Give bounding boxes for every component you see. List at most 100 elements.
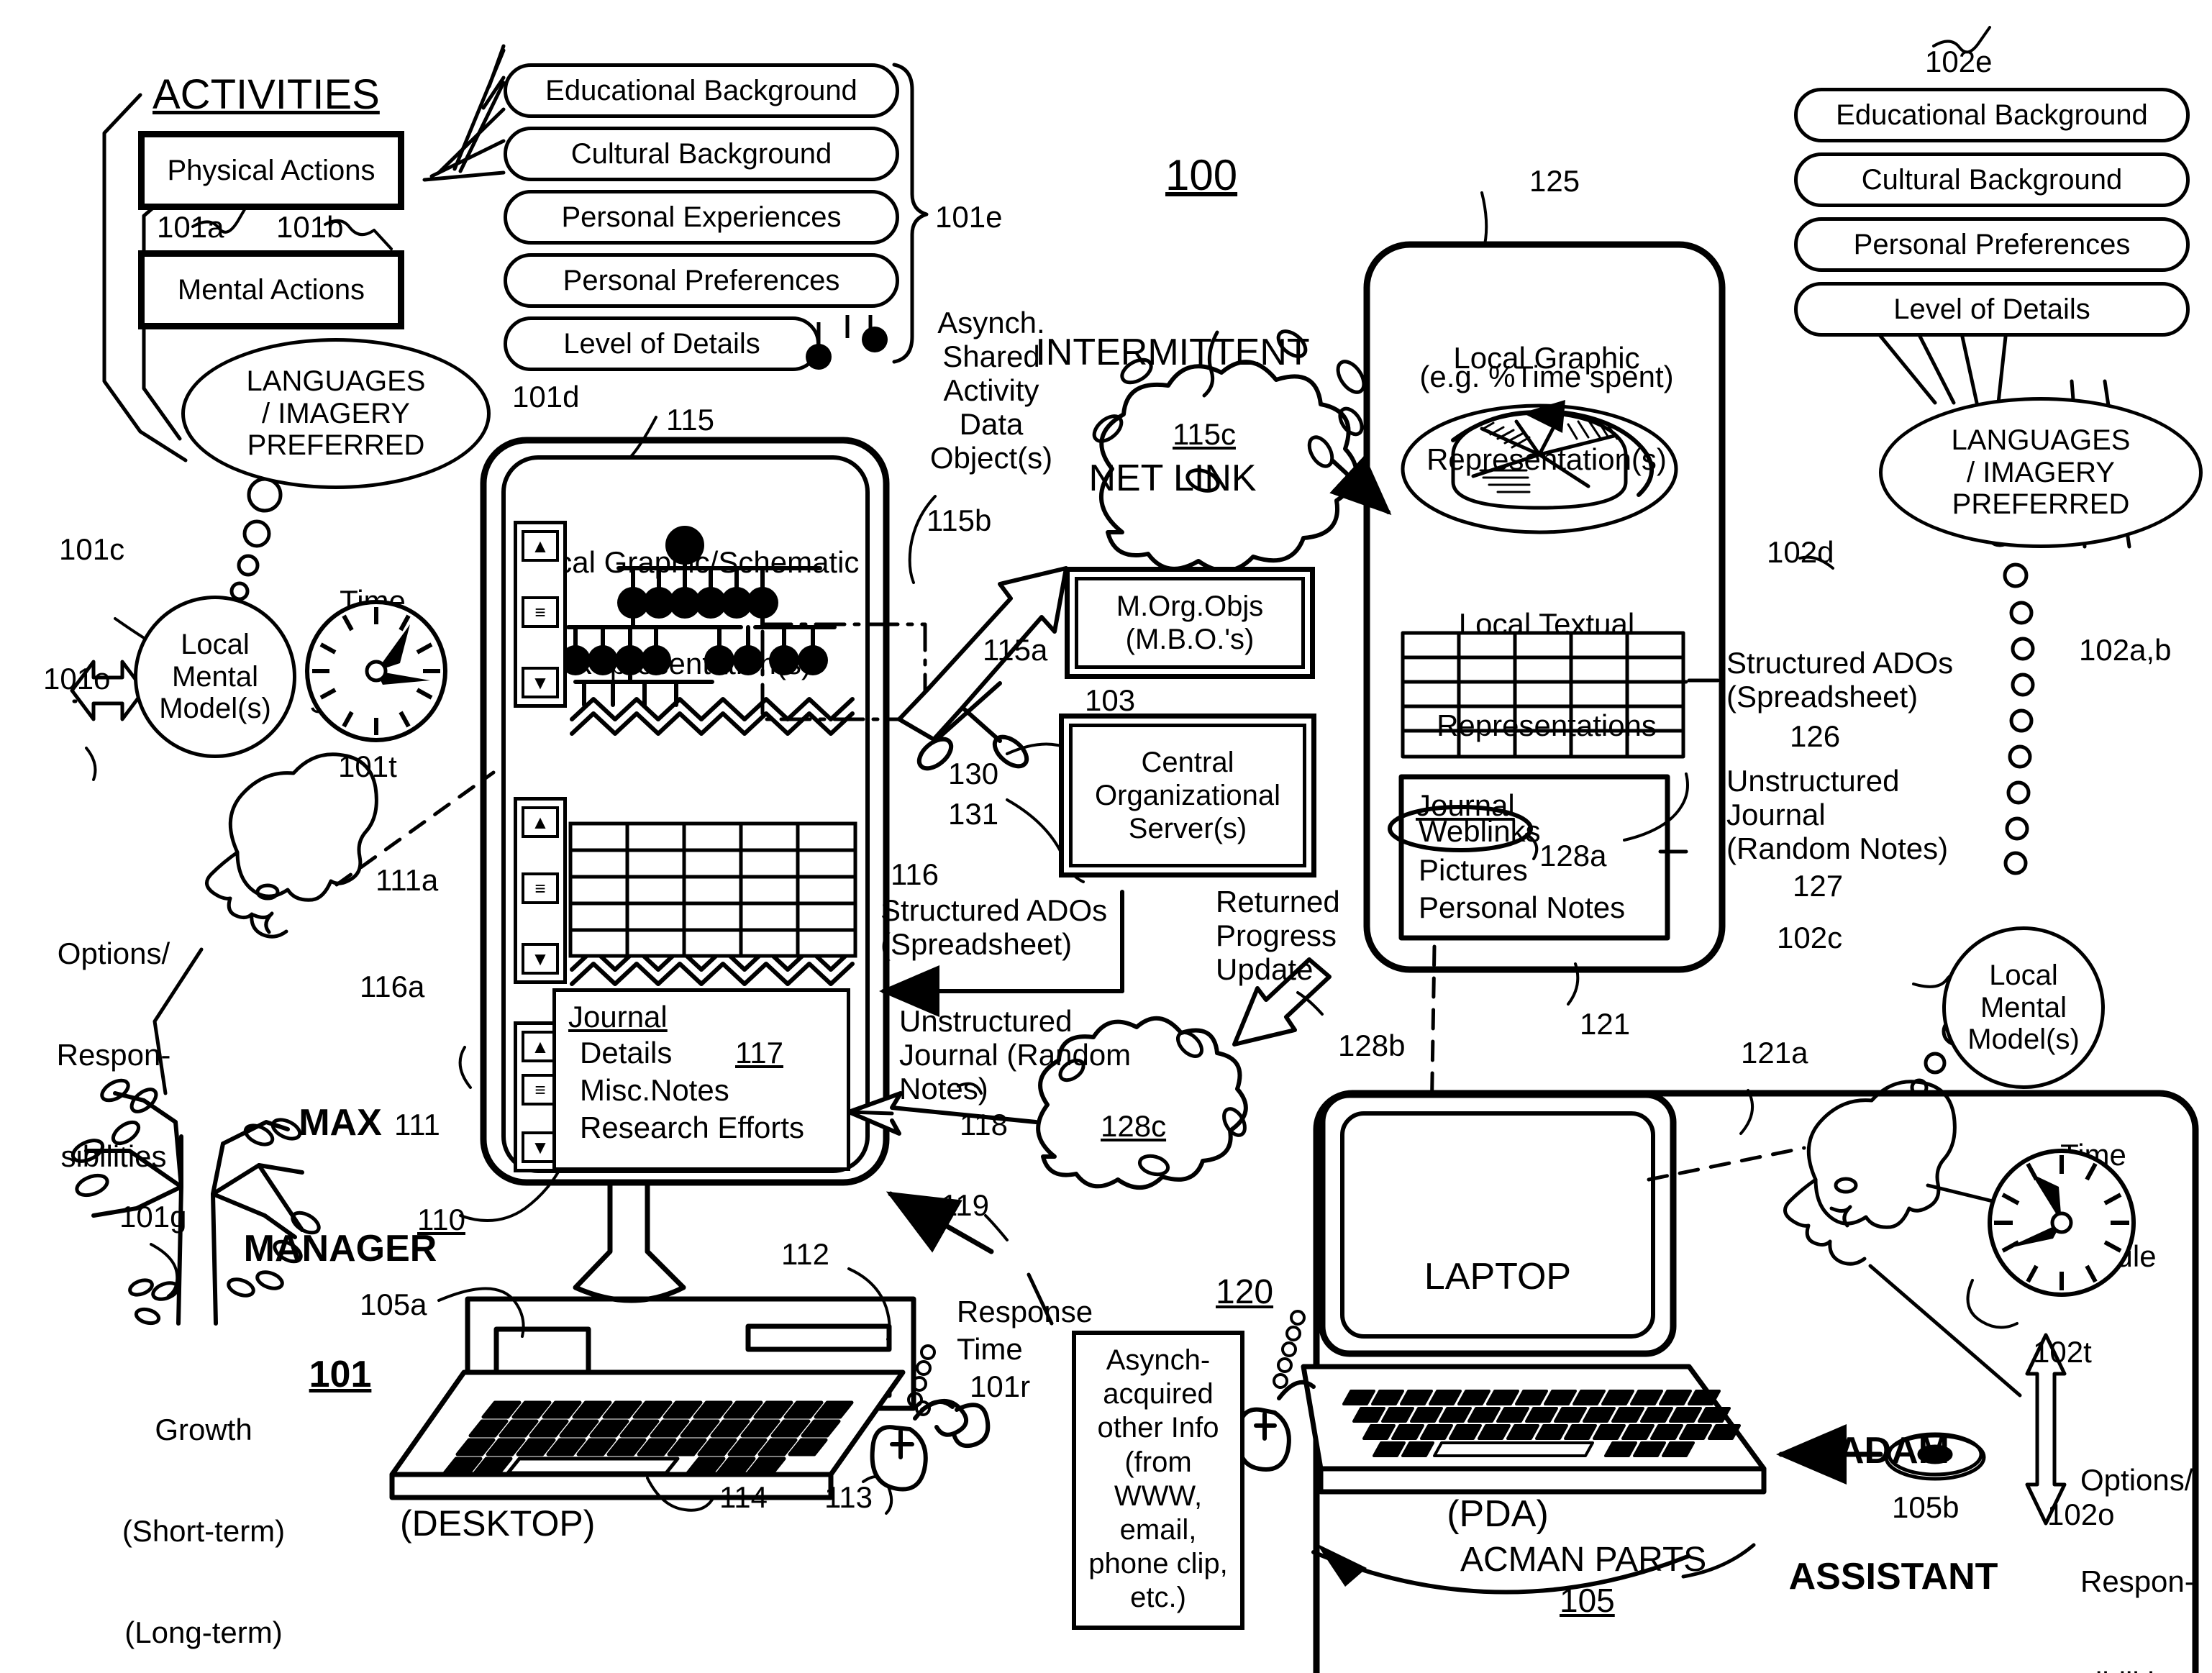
languages-line2: / IMAGERY bbox=[262, 397, 410, 429]
ref-116: 116 bbox=[891, 857, 939, 891]
scroll-up-arrow-icon[interactable]: ▲ bbox=[522, 530, 559, 562]
activities-title: ACTIVITIES bbox=[153, 71, 380, 118]
scroll-down-arrow-icon[interactable]: ▼ bbox=[522, 667, 559, 698]
patent-figure-canvas: 100 ACTIVITIES Physical Actions Mental A… bbox=[0, 0, 2212, 1673]
scroll-up-arrow-icon[interactable]: ▲ bbox=[522, 806, 559, 838]
scroll-thumb[interactable]: ≡ bbox=[522, 872, 559, 904]
ref-120: 120 bbox=[1216, 1273, 1274, 1311]
clock-icon-left bbox=[305, 600, 447, 742]
profile-dots-left bbox=[806, 315, 888, 370]
ref-113: 113 bbox=[824, 1480, 873, 1514]
profile-pill-preferences-right[interactable]: Personal Preferences bbox=[1794, 217, 2190, 272]
structured-ados-pda-label: Structured ADOs (Spreadsheet) bbox=[1726, 646, 1954, 714]
pill-label: Cultural Background bbox=[570, 137, 832, 170]
ref-128c: 128c bbox=[1101, 1109, 1167, 1143]
profile-pill-educational-left[interactable]: Educational Background bbox=[504, 63, 899, 118]
ref-101b: 101b bbox=[276, 210, 344, 244]
acman-parts-label: ACMAN PARTS bbox=[1460, 1541, 1707, 1579]
net-link-title: INTERMITTENT NET LINK bbox=[1035, 332, 1310, 500]
ref-115a: 115a bbox=[983, 633, 1048, 667]
ref-114: 114 bbox=[719, 1480, 768, 1514]
mental-model-line3: Model(s) bbox=[159, 693, 271, 725]
mental-actions-box[interactable]: Mental Actions bbox=[138, 250, 404, 329]
pda-journal-pictures: Pictures bbox=[1419, 853, 1528, 887]
journal-item-details: Details bbox=[580, 1036, 673, 1070]
ref-105a: 105a bbox=[360, 1287, 427, 1321]
unstructured-journal-desktop-label: Unstructured Journal (Random Notes) bbox=[899, 1004, 1132, 1106]
languages-imagery-oval-left: LANGUAGES / IMAGERY PREFERRED bbox=[181, 338, 491, 489]
ref-101d: 101d bbox=[512, 380, 580, 414]
pill-label: Level of Details bbox=[563, 327, 760, 360]
languages-imagery-oval-right: LANGUAGES / IMAGERY PREFERRED bbox=[1879, 397, 2203, 548]
ref-111: 111 bbox=[394, 1108, 440, 1141]
ref-115: 115 bbox=[666, 403, 714, 437]
pill-label: Personal Preferences bbox=[1853, 228, 2131, 260]
scrollbar-graphic-desktop[interactable]: ▲ ≡ ▼ bbox=[514, 521, 567, 708]
unstructured-journal-pda-label: Unstructured Journal (Random Notes) bbox=[1726, 764, 1949, 866]
pill-label: Educational Background bbox=[545, 74, 857, 106]
profile-pill-details-left[interactable]: Level of Details bbox=[504, 316, 820, 371]
ref-128a: 128a bbox=[1539, 839, 1607, 872]
ref-102ab: 102a,b bbox=[2079, 633, 2172, 667]
ref-128b: 128b bbox=[1338, 1029, 1406, 1062]
desktop-caption: (DESKTOP) bbox=[400, 1503, 596, 1544]
ref-101a: 101a bbox=[157, 210, 224, 244]
ref-119: 119 bbox=[941, 1188, 989, 1222]
local-mental-model-left: Local Mental Model(s) bbox=[134, 596, 296, 758]
mental-model-line1: Local bbox=[181, 628, 250, 660]
pill-label: Level of Details bbox=[1893, 293, 2090, 325]
profile-pill-educational-right[interactable]: Educational Background bbox=[1794, 88, 2190, 142]
pda-textual-title: Local Textual Representations bbox=[1437, 607, 1657, 743]
ref-121a: 121a bbox=[1741, 1036, 1808, 1070]
spreadsheet-grid-desktop bbox=[568, 821, 857, 958]
ref-130: 130 bbox=[948, 757, 999, 790]
pda-journal-personal-notes: Personal Notes bbox=[1419, 890, 1626, 924]
profile-pill-cultural-right[interactable]: Cultural Background bbox=[1794, 152, 2190, 207]
response-time-label2: Time bbox=[957, 1332, 1023, 1366]
ref-101o: 101o bbox=[43, 662, 111, 696]
languages-line3: PREFERRED bbox=[247, 429, 425, 462]
ref-101t: 101t bbox=[338, 749, 397, 783]
ref-102t: 102t bbox=[2033, 1335, 2092, 1369]
ref-101r: 101r bbox=[970, 1369, 1031, 1403]
pda-graphic-note: (e.g. %Time spent) bbox=[1419, 360, 1674, 393]
options-responsibilities-left: Options/ Respon- sibilities bbox=[56, 936, 171, 1174]
ref-116a: 116a bbox=[360, 970, 425, 1003]
languages-line1: LANGUAGES bbox=[246, 365, 426, 397]
scroll-down-arrow-icon[interactable]: ▼ bbox=[522, 943, 559, 975]
pill-label: Personal Preferences bbox=[563, 264, 840, 296]
scroll-thumb[interactable]: ≡ bbox=[522, 596, 559, 628]
response-time-label: Response bbox=[957, 1295, 1093, 1328]
ref-118: 118 bbox=[960, 1108, 1008, 1141]
ref-111a: 111a bbox=[376, 863, 439, 897]
scrollbar-textual-desktop[interactable]: ▲ ≡ ▼ bbox=[514, 797, 567, 984]
laptop-screen-label: LAPTOP (PDA) bbox=[1424, 1256, 1572, 1535]
ref-125: 125 bbox=[1529, 164, 1580, 198]
ref-103: 103 bbox=[1085, 683, 1136, 717]
ref-101g: 101g bbox=[119, 1200, 187, 1234]
physical-actions-box[interactable]: Physical Actions bbox=[138, 131, 404, 210]
profile-pill-details-right[interactable]: Level of Details bbox=[1794, 282, 2190, 337]
ref-117: 117 bbox=[735, 1036, 783, 1070]
profile-pill-cultural-left[interactable]: Cultural Background bbox=[504, 127, 899, 181]
central-server-box: Central Organizational Server(s) bbox=[1059, 714, 1316, 877]
graphic-panel-title-desktop: Local Graphic/Schematic Representation(s… bbox=[523, 545, 860, 681]
ref-105: 105 bbox=[1560, 1582, 1615, 1619]
async-info-text: Asynch- acquired other Info (from WWW, e… bbox=[1088, 1344, 1228, 1614]
profile-pill-experiences-left[interactable]: Personal Experiences bbox=[504, 190, 899, 245]
pill-label: Educational Background bbox=[1836, 99, 2148, 131]
local-mental-model-right: Local Mental Model(s) bbox=[1942, 926, 2105, 1089]
clock-icon-right bbox=[1988, 1149, 2136, 1297]
journal-item-research: Research Efforts bbox=[580, 1111, 805, 1144]
mental-actions-label: Mental Actions bbox=[177, 273, 365, 306]
options-responsibilities-right: Options/ Respon- sibilities bbox=[2080, 1463, 2195, 1673]
profile-pill-preferences-left[interactable]: Personal Preferences bbox=[504, 253, 899, 308]
ref-102d: 102d bbox=[1767, 535, 1834, 569]
ref-121: 121 bbox=[1580, 1007, 1631, 1041]
pill-label: Cultural Background bbox=[1861, 163, 2123, 196]
ref-126: 126 bbox=[1790, 719, 1841, 753]
shared-data-label: Asynch. Shared Activity Data Object(s) bbox=[929, 306, 1053, 475]
ref-115b: 115b bbox=[927, 503, 992, 537]
ref-102o: 102o bbox=[2047, 1498, 2115, 1531]
pda-journal-weblinks[interactable]: Weblinks bbox=[1419, 814, 1541, 848]
